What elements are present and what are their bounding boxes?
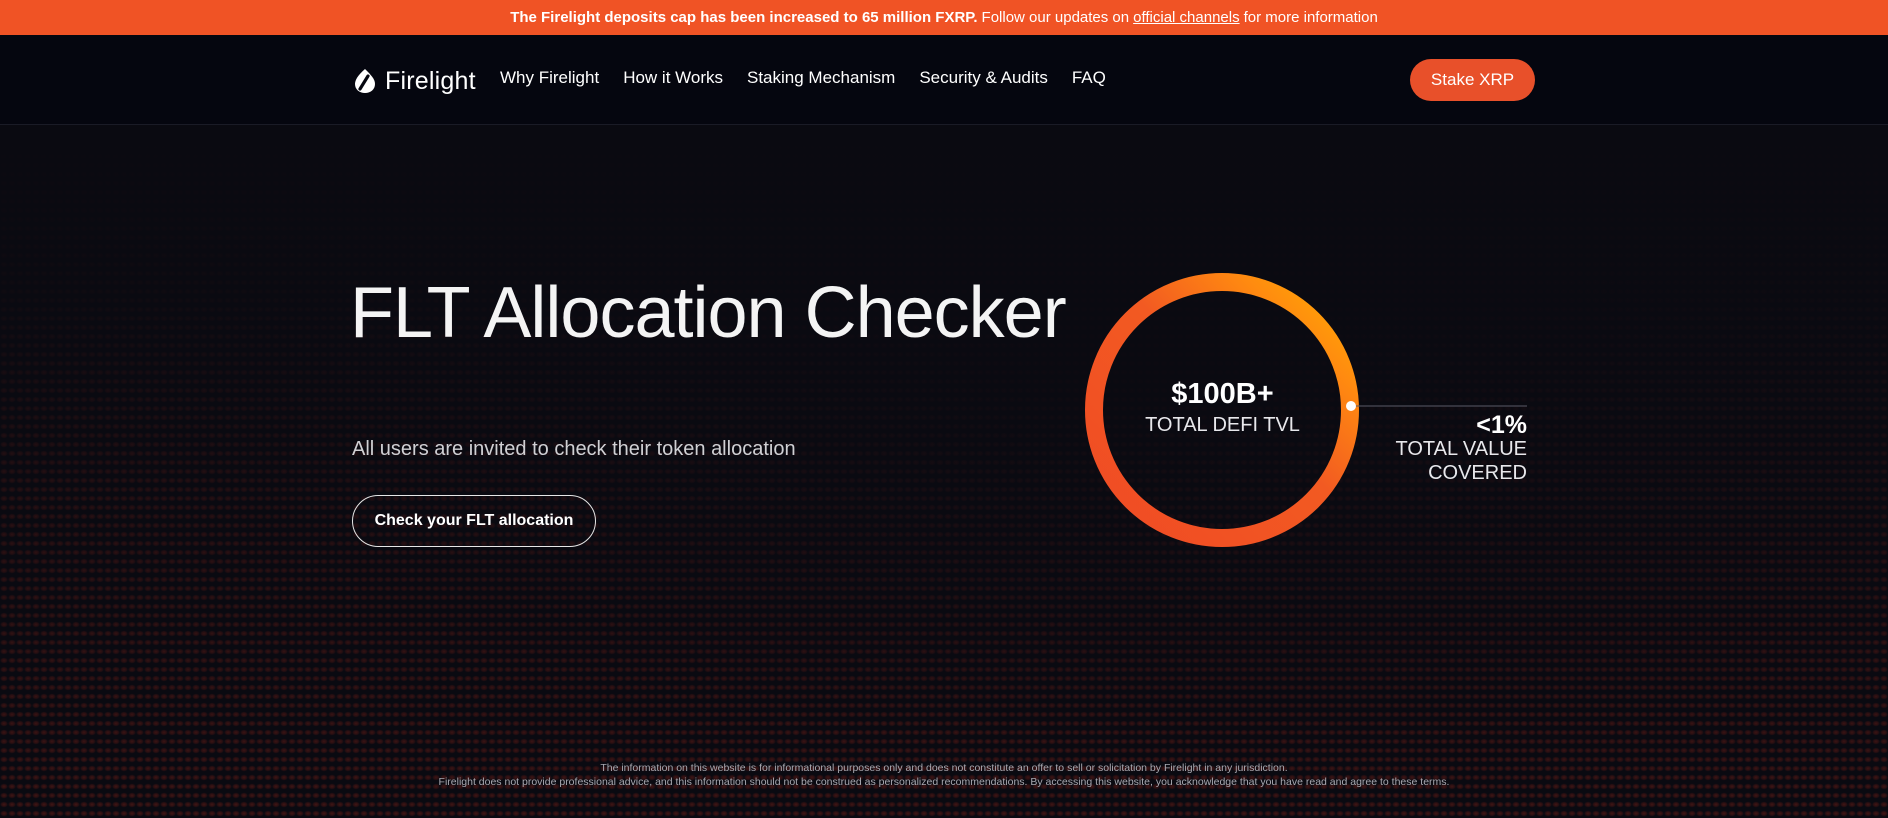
flame-logo-icon xyxy=(355,69,375,93)
stake-xrp-button[interactable]: Stake XRP xyxy=(1410,59,1535,101)
check-allocation-button[interactable]: Check your FLT allocation xyxy=(352,495,596,547)
banner-lead-text: The Firelight deposits cap has been incr… xyxy=(510,9,978,26)
tvl-value: $100B+ xyxy=(1171,378,1274,410)
banner-tail-text: for more information xyxy=(1243,9,1378,26)
nav-link-faq[interactable]: FAQ xyxy=(1072,68,1106,88)
coverage-value: <1% xyxy=(1476,411,1527,439)
disclaimer-line-2: Firelight does not provide professional … xyxy=(438,776,1450,788)
nav-link-staking-mechanism[interactable]: Staking Mechanism xyxy=(747,68,895,88)
banner-follow-text: Follow our updates on xyxy=(981,9,1130,26)
top-navigation: Firelight Why Firelight How it Works Sta… xyxy=(0,35,1888,125)
nav-link-how-it-works[interactable]: How it Works xyxy=(623,68,723,88)
nav-link-security-audits[interactable]: Security & Audits xyxy=(919,68,1048,88)
hero-subtitle: All users are invited to check their tok… xyxy=(352,438,796,460)
coverage-label-line1: TOTAL VALUE xyxy=(1395,438,1527,460)
coverage-label-line2: COVERED xyxy=(1428,462,1527,484)
announcement-banner: The Firelight deposits cap has been incr… xyxy=(0,0,1888,35)
firelight-logo[interactable]: Firelight xyxy=(351,65,476,97)
nav-link-why-firelight[interactable]: Why Firelight xyxy=(500,68,599,88)
legal-disclaimer: The information on this website is for i… xyxy=(0,761,1888,789)
hero-background xyxy=(0,125,1888,818)
coverage-label: TOTAL VALUE COVERED xyxy=(1380,437,1527,485)
page-title: FLT Allocation Checker xyxy=(350,273,1067,353)
brand-name: Firelight xyxy=(385,66,476,95)
nav-links: Why Firelight How it Works Staking Mecha… xyxy=(500,68,1106,88)
official-channels-link[interactable]: official channels xyxy=(1133,9,1239,26)
disclaimer-line-1: The information on this website is for i… xyxy=(600,762,1288,774)
tvl-label: TOTAL DEFI TVL xyxy=(1145,414,1300,436)
connector-dot xyxy=(1346,401,1356,411)
